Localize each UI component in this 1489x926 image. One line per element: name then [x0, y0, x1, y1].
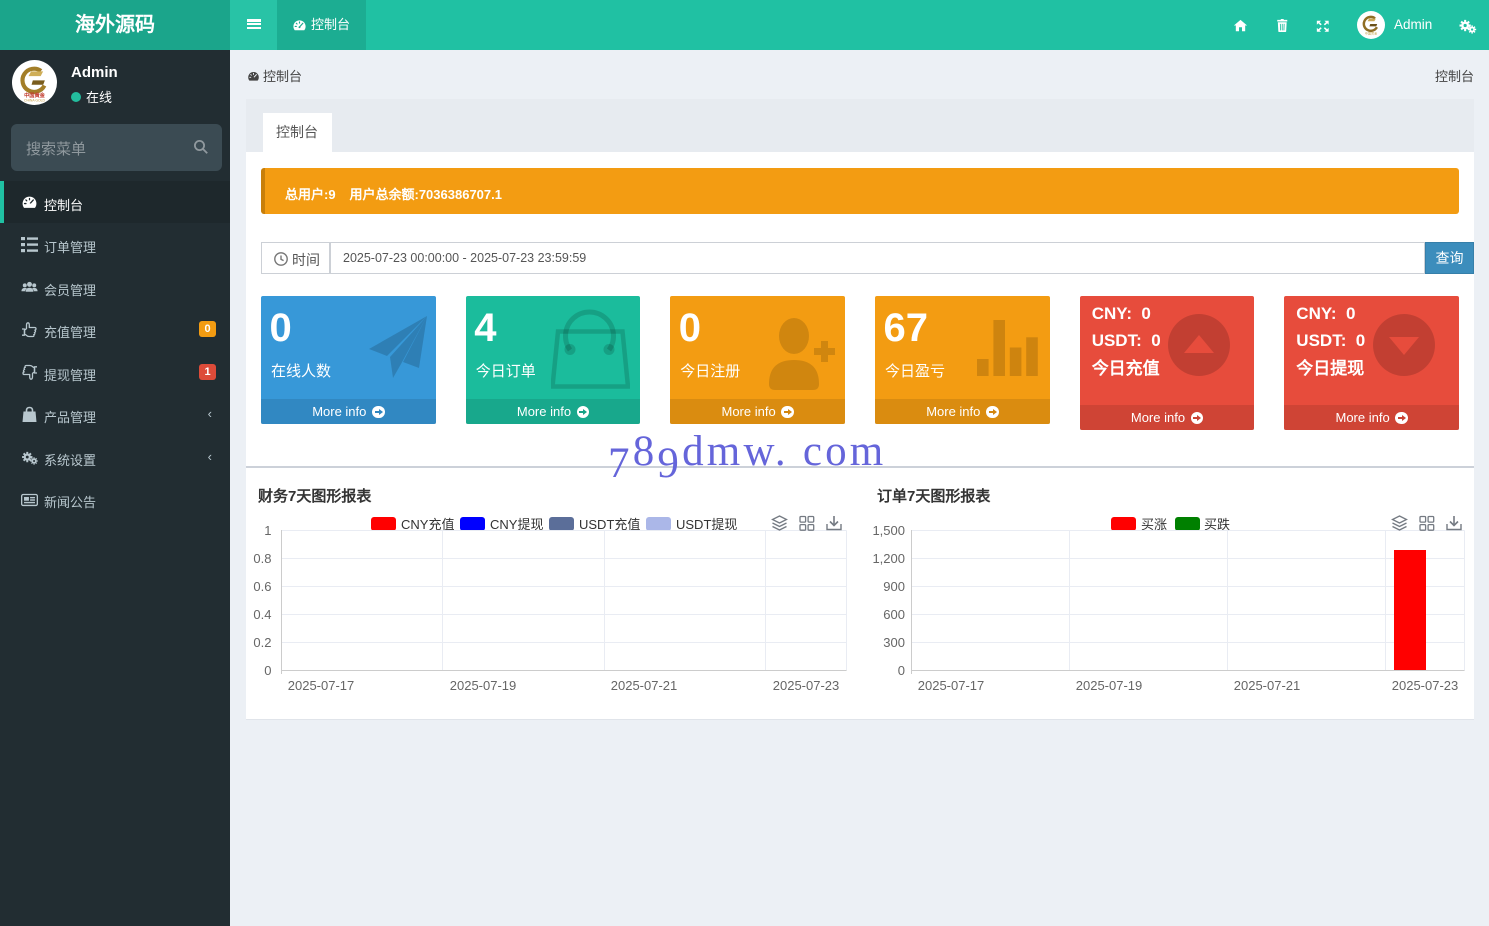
svg-text:0.8: 0.8 — [253, 551, 271, 566]
svg-text:CNY充值: CNY充值 — [401, 517, 454, 532]
svg-text:0.2: 0.2 — [253, 635, 271, 650]
svg-text:CNY提现: CNY提现 — [490, 517, 543, 532]
svg-text:买涨: 买涨 — [1141, 517, 1167, 532]
svg-text:600: 600 — [883, 607, 905, 622]
svg-text:300: 300 — [883, 635, 905, 650]
svg-text:2025-07-21: 2025-07-21 — [1234, 678, 1301, 693]
svg-text:0: 0 — [264, 663, 271, 678]
svg-text:USDT提现: USDT提现 — [676, 517, 737, 532]
svg-text:900: 900 — [883, 579, 905, 594]
svg-text:0: 0 — [898, 663, 905, 678]
svg-text:1,500: 1,500 — [872, 523, 905, 538]
svg-text:USDT充值: USDT充值 — [579, 517, 640, 532]
svg-text:0.6: 0.6 — [253, 579, 271, 594]
svg-text:2025-07-17: 2025-07-17 — [288, 678, 355, 693]
svg-text:1: 1 — [264, 523, 271, 538]
svg-text:2025-07-19: 2025-07-19 — [1076, 678, 1143, 693]
svg-text:2025-07-17: 2025-07-17 — [918, 678, 985, 693]
svg-text:0.4: 0.4 — [253, 607, 271, 622]
svg-text:2025-07-19: 2025-07-19 — [450, 678, 517, 693]
svg-text:买跌: 买跌 — [1204, 517, 1230, 532]
svg-text:CHINA GOLD: CHINA GOLD — [24, 99, 45, 103]
svg-text:2025-07-23: 2025-07-23 — [1392, 678, 1459, 693]
svg-text:财务7天图形报表: 财务7天图形报表 — [258, 487, 372, 505]
svg-text:2025-07-21: 2025-07-21 — [611, 678, 678, 693]
svg-text:1,200: 1,200 — [872, 551, 905, 566]
svg-text:中国黄金: 中国黄金 — [1365, 31, 1378, 36]
svg-text:订单7天图形报表: 订单7天图形报表 — [877, 487, 991, 505]
svg-text:2025-07-23: 2025-07-23 — [773, 678, 840, 693]
